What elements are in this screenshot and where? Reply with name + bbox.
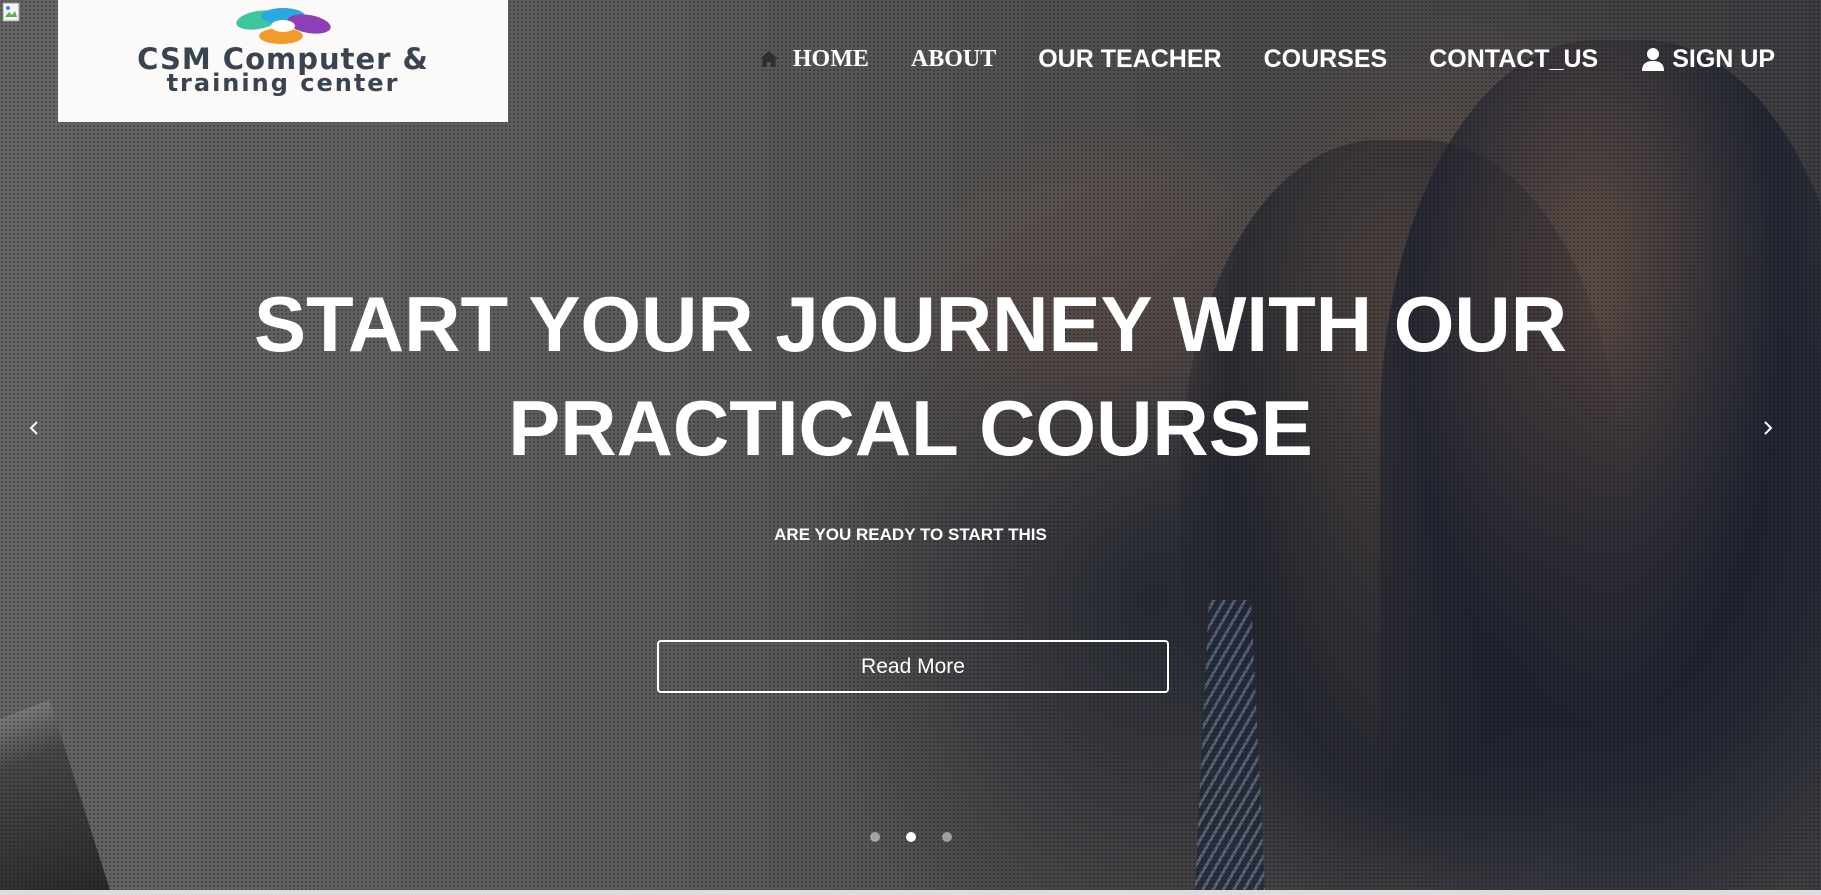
carousel-indicator-1[interactable] — [869, 832, 880, 842]
nav-home[interactable]: HOME — [793, 46, 869, 73]
site-logo[interactable]: CSM Computer & training center — [58, 0, 508, 122]
logo-text-line2: training center — [166, 69, 400, 97]
nav-contact-us[interactable]: CONTACT_US — [1429, 45, 1598, 74]
chevron-left-icon[interactable] — [24, 418, 44, 438]
chevron-right-icon[interactable] — [1758, 418, 1778, 438]
hero-subtitle: ARE YOU READY TO START THIS — [774, 525, 1047, 544]
sign-up-label: SIGN UP — [1672, 44, 1775, 73]
nav-courses[interactable]: COURSES — [1264, 45, 1388, 74]
read-more-button[interactable]: Read More — [657, 640, 1169, 693]
carousel-indicator-3[interactable] — [941, 832, 952, 842]
page-bottom-edge — [0, 890, 1821, 895]
main-navigation: HOME ABOUT OUR TEACHER COURSES CONTACT_U… — [759, 38, 1775, 80]
nav-sign-up[interactable]: SIGN UP — [1640, 45, 1775, 74]
broken-image-icon — [2, 2, 20, 22]
home-icon[interactable] — [759, 50, 779, 68]
logo-swirl-icon — [236, 8, 331, 44]
carousel-indicators — [0, 832, 1821, 842]
nav-our-teacher[interactable]: OUR TEACHER — [1038, 45, 1221, 74]
hero-title: START YOUR JOURNEY WITH OUR PRACTICAL CO… — [253, 280, 1568, 472]
nav-about[interactable]: ABOUT — [911, 46, 996, 73]
carousel-indicator-2[interactable] — [905, 832, 916, 842]
user-icon — [1642, 48, 1665, 71]
